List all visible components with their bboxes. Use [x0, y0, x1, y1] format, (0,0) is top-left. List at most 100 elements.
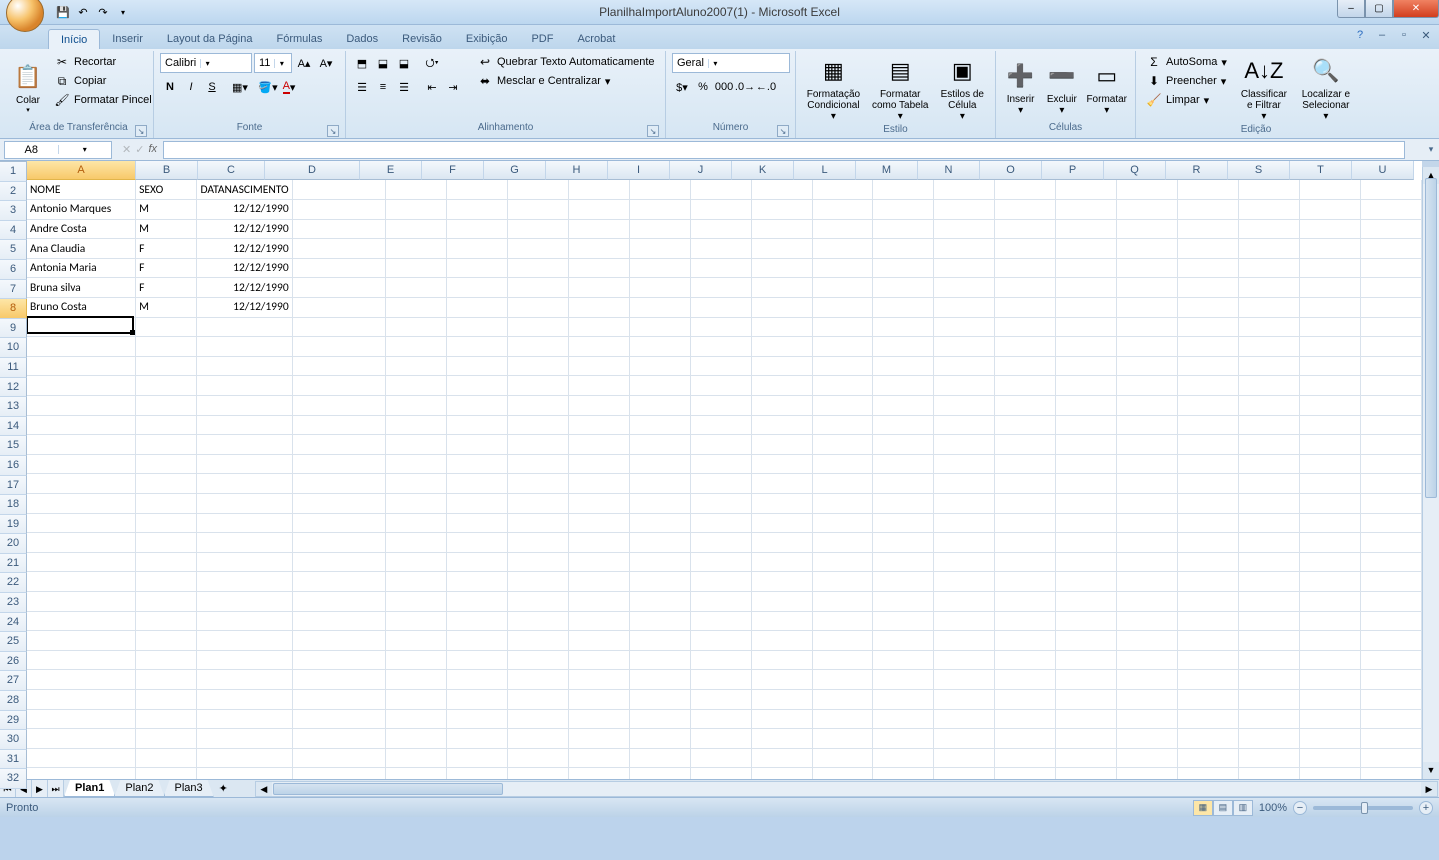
cell[interactable] [751, 298, 812, 318]
cell[interactable] [1360, 572, 1421, 592]
cell[interactable] [934, 611, 995, 631]
cell[interactable] [1360, 258, 1421, 278]
cell[interactable] [292, 454, 385, 474]
cell[interactable] [507, 396, 568, 416]
cell[interactable] [934, 709, 995, 729]
cell[interactable] [1360, 356, 1421, 376]
cell[interactable] [751, 200, 812, 220]
increase-indent-button[interactable]: ⇥ [443, 77, 463, 97]
cell[interactable] [568, 513, 629, 533]
cell[interactable] [568, 298, 629, 318]
cell[interactable] [1117, 376, 1178, 396]
cell[interactable] [629, 591, 690, 611]
cell[interactable] [873, 611, 934, 631]
cell[interactable] [1117, 709, 1178, 729]
row-header[interactable]: 30 [0, 730, 27, 750]
zoom-in-button[interactable]: + [1419, 801, 1433, 815]
cell[interactable] [568, 435, 629, 455]
cell[interactable] [507, 337, 568, 357]
cell[interactable] [197, 396, 292, 416]
cell[interactable] [751, 454, 812, 474]
cell[interactable] [812, 337, 873, 357]
row-header[interactable]: 15 [0, 436, 27, 456]
cell[interactable] [1117, 278, 1178, 298]
cell[interactable] [1178, 533, 1239, 553]
merge-center-button[interactable]: ⬌Mesclar e Centralizar ▾ [473, 72, 659, 90]
cell[interactable] [690, 239, 751, 259]
cell[interactable] [1056, 317, 1117, 337]
cell[interactable] [1239, 709, 1300, 729]
cell[interactable] [1117, 650, 1178, 670]
row-header[interactable]: 5 [0, 240, 27, 260]
cell[interactable] [507, 376, 568, 396]
cell[interactable] [1178, 337, 1239, 357]
cell[interactable] [1056, 200, 1117, 220]
cell[interactable] [1117, 415, 1178, 435]
cell[interactable] [690, 258, 751, 278]
cell[interactable] [1056, 572, 1117, 592]
cell[interactable] [1178, 513, 1239, 533]
cell[interactable] [995, 415, 1056, 435]
shrink-font-button[interactable]: A▾ [316, 53, 336, 73]
column-header[interactable]: M [856, 161, 918, 180]
cell[interactable] [292, 631, 385, 651]
cell[interactable] [1117, 258, 1178, 278]
cell[interactable] [292, 533, 385, 553]
cell[interactable] [1056, 435, 1117, 455]
cell[interactable] [629, 435, 690, 455]
row-header[interactable]: 4 [0, 221, 27, 241]
cell[interactable] [1239, 513, 1300, 533]
cell[interactable] [629, 670, 690, 690]
cell[interactable] [1239, 258, 1300, 278]
cell[interactable] [1117, 317, 1178, 337]
cell[interactable] [812, 591, 873, 611]
cell[interactable] [1178, 317, 1239, 337]
cell[interactable] [1056, 591, 1117, 611]
cell[interactable] [385, 591, 446, 611]
cell[interactable] [934, 474, 995, 494]
cell[interactable] [934, 219, 995, 239]
cell[interactable] [1360, 278, 1421, 298]
cell[interactable] [1056, 768, 1117, 779]
cell[interactable] [1056, 631, 1117, 651]
cell[interactable] [385, 376, 446, 396]
cell[interactable] [1360, 729, 1421, 749]
cell[interactable] [751, 748, 812, 768]
cell[interactable] [568, 552, 629, 572]
cell[interactable] [812, 180, 873, 200]
cell[interactable] [197, 611, 292, 631]
cell[interactable] [690, 670, 751, 690]
cell[interactable] [136, 494, 197, 514]
cell[interactable] [812, 376, 873, 396]
view-page-layout-button[interactable]: ▤ [1213, 800, 1233, 816]
cell[interactable] [1056, 494, 1117, 514]
cell[interactable] [507, 689, 568, 709]
cell[interactable] [690, 591, 751, 611]
cut-button[interactable]: ✂Recortar [50, 53, 156, 71]
column-header[interactable]: A [27, 161, 136, 180]
cell[interactable] [1300, 337, 1361, 357]
cell[interactable] [751, 729, 812, 749]
cell[interactable] [629, 219, 690, 239]
cell[interactable] [27, 454, 136, 474]
cell[interactable] [197, 709, 292, 729]
undo-button[interactable]: ↶ [74, 3, 92, 21]
cell[interactable] [568, 650, 629, 670]
cell[interactable] [629, 200, 690, 220]
cell[interactable] [27, 768, 136, 779]
cell[interactable] [568, 356, 629, 376]
cell[interactable] [1056, 709, 1117, 729]
cell[interactable] [292, 317, 385, 337]
cell[interactable] [934, 415, 995, 435]
cell[interactable] [934, 650, 995, 670]
cell[interactable] [629, 356, 690, 376]
cell[interactable] [995, 298, 1056, 318]
zoom-slider[interactable] [1313, 806, 1413, 810]
cell[interactable] [1178, 631, 1239, 651]
cell[interactable] [446, 454, 507, 474]
cell[interactable] [1117, 180, 1178, 200]
cell[interactable] [1239, 533, 1300, 553]
cell[interactable] [385, 611, 446, 631]
cell[interactable] [995, 278, 1056, 298]
column-header[interactable]: C [198, 161, 265, 180]
